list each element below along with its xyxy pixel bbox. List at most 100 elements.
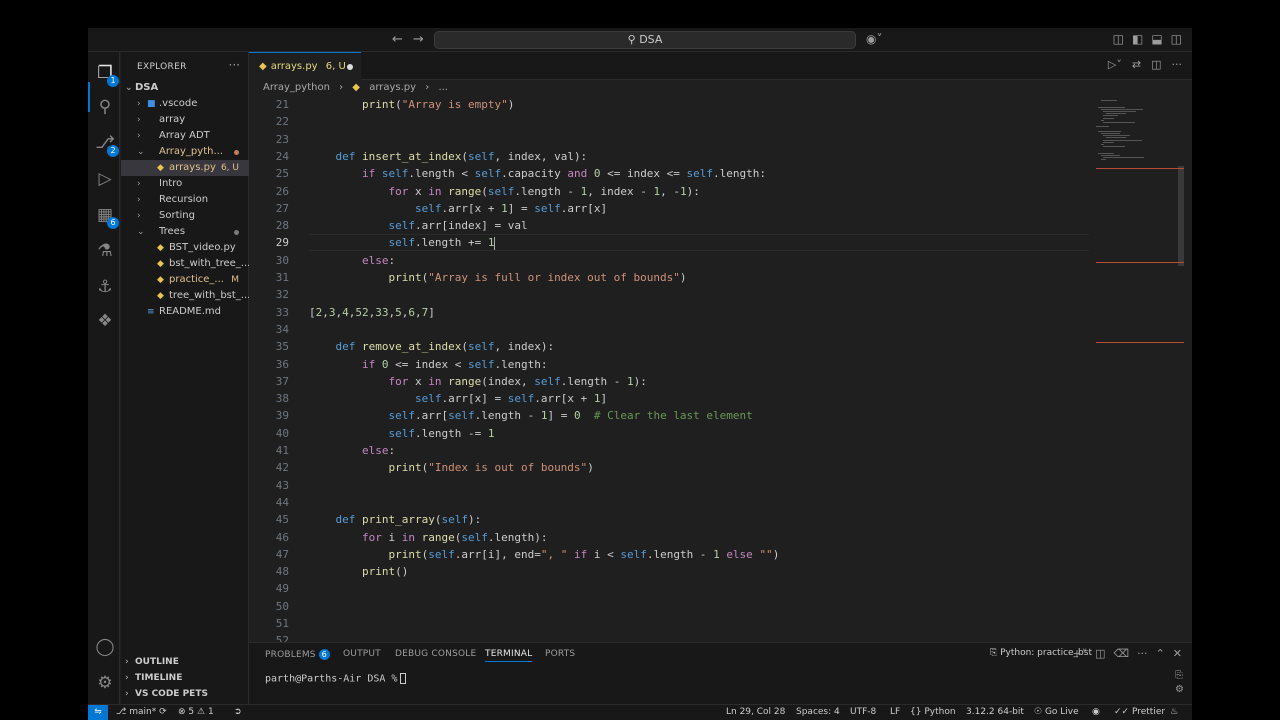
code-line[interactable]: 30 else: <box>249 252 1099 269</box>
tab-output[interactable]: OUTPUT <box>343 649 381 659</box>
back-arrow-icon[interactable]: ← <box>392 32 403 47</box>
tab-arrays-py[interactable]: ◆ arrays.py 6, U <box>249 52 361 80</box>
code-line[interactable]: 40 self.length -= 1 <box>249 425 1099 442</box>
code-line[interactable]: 32 <box>249 286 1099 303</box>
tree-item-practice[interactable]: ◆ practice_... M <box>121 272 249 288</box>
code-line[interactable]: 27 self.arr[x + 1] = self.arr[x] <box>249 200 1099 217</box>
more-actions-icon[interactable]: ··· <box>1137 647 1148 660</box>
code-line[interactable]: 22 <box>249 113 1099 130</box>
code-line[interactable]: 50 <box>249 598 1099 615</box>
tab-debug-console[interactable]: DEBUG CONSOLE <box>395 649 476 659</box>
code-line[interactable]: 36 if 0 <= index < self.length: <box>249 356 1099 373</box>
split-editor-icon[interactable]: ◫ <box>1151 58 1161 71</box>
encoding[interactable]: UTF-8 <box>850 705 876 720</box>
forward-arrow-icon[interactable]: → <box>413 32 424 47</box>
terminal-output[interactable]: parth@Parths-Air DSA % <box>265 673 407 685</box>
maximize-panel-icon[interactable]: ⌃ <box>1156 647 1165 660</box>
code-line[interactable]: 37 for x in range(index, self.length - 1… <box>249 373 1099 390</box>
code-line[interactable]: 47 print(self.arr[i], end=", " if i < se… <box>249 546 1099 563</box>
end-of-line[interactable]: LF <box>890 705 900 720</box>
extensions-icon[interactable]: ▦ 6 <box>94 204 119 229</box>
code-line[interactable]: 21 print("Array is empty") <box>249 96 1099 113</box>
search-icon[interactable]: ⚲ <box>94 96 116 118</box>
tab-ports[interactable]: PORTS <box>545 649 575 659</box>
more-actions-icon[interactable]: ··· <box>1172 58 1183 71</box>
tree-item-vscode[interactable]: › ■ .vscode <box>121 96 249 112</box>
tree-item-bst-video[interactable]: ◆ BST_video.py <box>121 240 249 256</box>
breadcrumb-folder[interactable]: Array_python <box>263 82 330 93</box>
code-line[interactable]: 26 for x in range(self.length - 1, index… <box>249 183 1099 200</box>
tab-problems[interactable]: PROBLEMS 6 <box>265 649 330 660</box>
code-line[interactable]: 48 print() <box>249 563 1099 580</box>
toggle-panel-icon[interactable]: ⬓ <box>1151 32 1162 46</box>
code-editor[interactable]: 21 print("Array is empty") 22 23 24 def ins… <box>249 96 1099 647</box>
branch-indicator[interactable]: ⎇ main* ⟳ <box>116 705 167 720</box>
problems-indicator[interactable]: ⊗ 5 ⚠ 1 <box>178 705 214 720</box>
tab-terminal[interactable]: TERMINAL <box>485 649 533 662</box>
code-line[interactable]: 45 def print_array(self): <box>249 511 1099 528</box>
code-line[interactable]: 39 self.arr[self.length - 1] = 0 # Clear… <box>249 407 1099 424</box>
code-line[interactable]: 42 print("Index is out of bounds") <box>249 459 1099 476</box>
code-line[interactable]: 31 print("Array is full or index out of … <box>249 269 1099 286</box>
tree-item-arrays-py[interactable]: ◆ arrays.py 6, U <box>121 160 249 176</box>
code-line[interactable]: 29 self.length += 1 <box>249 234 1099 252</box>
tree-item-array-adt[interactable]: › Array ADT <box>121 128 249 144</box>
cursor-position[interactable]: Ln 29, Col 28 <box>726 705 785 720</box>
run-debug-icon[interactable]: ▷ <box>94 168 116 190</box>
breadcrumb-symbol[interactable]: ... <box>438 82 448 93</box>
toggle-secondary-sidebar-icon[interactable]: ◫ <box>1171 32 1182 46</box>
testing-icon[interactable]: ⚗ <box>94 240 116 262</box>
minimap[interactable] <box>1096 96 1184 628</box>
close-icon[interactable]: ✕ <box>1173 647 1182 660</box>
go-live-button[interactable]: ☉ Go Live <box>1034 705 1079 720</box>
settings-gear-icon[interactable]: ⚙ <box>94 672 116 694</box>
vscode-pets-section[interactable]: › VS CODE PETS <box>121 686 249 702</box>
prettier-status[interactable]: ✓✓ Prettier <box>1114 705 1165 720</box>
breadcrumb-file[interactable]: arrays.py <box>369 82 416 93</box>
unsaved-dot-icon[interactable] <box>347 64 353 70</box>
compare-changes-icon[interactable]: ⇄ <box>1132 58 1141 71</box>
tree-root[interactable]: ⌄ DSA <box>121 80 249 96</box>
more-actions-icon[interactable]: ··· <box>229 58 240 72</box>
timeline-section[interactable]: › TIMELINE <box>121 670 249 686</box>
code-line[interactable]: 44 <box>249 494 1099 511</box>
docker-icon[interactable]: ⚓ <box>94 276 116 298</box>
python-icon[interactable]: ❖ <box>94 310 116 332</box>
command-center[interactable]: ⚲ DSA <box>434 31 856 49</box>
tree-item-trees[interactable]: ⌄ Trees <box>121 224 249 240</box>
language-mode[interactable]: {} Python <box>910 705 956 720</box>
tree-item-tree-with-bst[interactable]: ◆ tree_with_bst_... <box>121 288 249 304</box>
trash-icon[interactable]: ⌫ <box>1114 647 1130 660</box>
notifications-icon[interactable]: ♨ <box>1170 705 1178 720</box>
customize-layout-icon[interactable]: ◫ <box>1113 32 1124 46</box>
debug-instance-icon[interactable]: ⚙ <box>1175 683 1184 697</box>
code-line[interactable]: 25 if self.length < self.capacity and 0 … <box>249 165 1099 182</box>
explorer-icon[interactable]: ❐ 1 <box>94 62 119 87</box>
new-terminal-icon[interactable]: +˅ <box>1072 647 1087 660</box>
copilot-icon[interactable]: ◉˅ <box>866 32 882 46</box>
code-line[interactable]: 46 for i in range(self.length): <box>249 529 1099 546</box>
source-control-icon[interactable]: ⎇ 2 <box>94 132 119 157</box>
copilot-status-icon[interactable]: ◉ <box>1092 705 1100 720</box>
code-line[interactable]: 49 <box>249 580 1099 597</box>
code-line[interactable]: 23 <box>249 131 1099 148</box>
code-line[interactable]: 41 else: <box>249 442 1099 459</box>
scrollbar-thumb[interactable] <box>1178 166 1184 266</box>
account-icon[interactable]: ◯ <box>94 636 116 658</box>
tree-item-bst-with-tree[interactable]: ◆ bst_with_tree_... <box>121 256 249 272</box>
outline-section[interactable]: › OUTLINE <box>121 654 249 670</box>
tree-item-recursion[interactable]: › Recursion <box>121 192 249 208</box>
remote-icon[interactable]: ⇋ <box>88 705 108 720</box>
code-line[interactable]: 35 def remove_at_index(self, index): <box>249 338 1099 355</box>
tree-item-readme[interactable]: ≡ README.md <box>121 304 249 320</box>
terminal-instance-icon[interactable]: ⎘ <box>1175 669 1184 683</box>
tree-item-array[interactable]: › array <box>121 112 249 128</box>
run-icon[interactable]: ▷˅ <box>1108 58 1122 71</box>
code-line[interactable]: 51 <box>249 615 1099 632</box>
toggle-sidebar-icon[interactable]: ◧ <box>1132 32 1143 46</box>
code-line[interactable]: 34 <box>249 321 1099 338</box>
code-line[interactable]: 38 self.arr[x] = self.arr[x + 1] <box>249 390 1099 407</box>
live-share-icon[interactable]: ➲ <box>234 705 242 720</box>
tree-item-intro[interactable]: › Intro <box>121 176 249 192</box>
python-interpreter[interactable]: 3.12.2 64-bit <box>966 705 1024 720</box>
